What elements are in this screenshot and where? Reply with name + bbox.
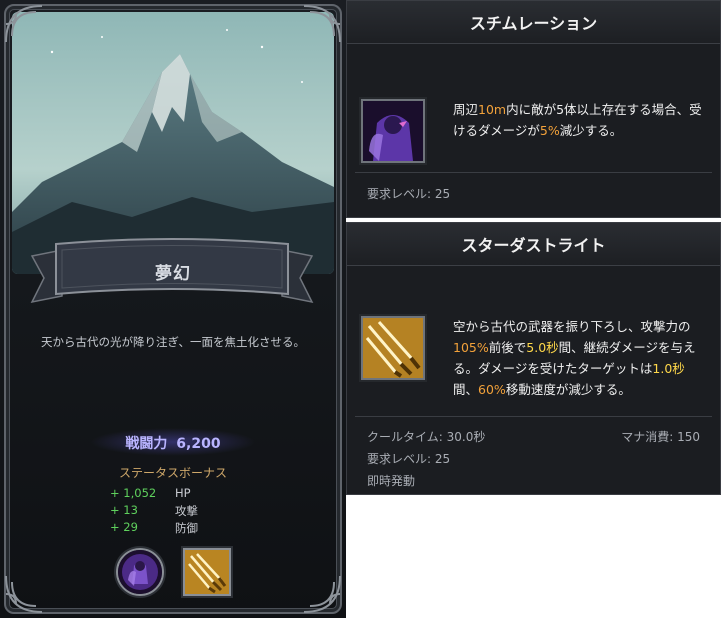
ornament-corner-icon	[5, 575, 43, 613]
stat-row-attack: + 13 攻撃	[110, 503, 198, 520]
status-bonus-title: ステータスボーナス	[118, 466, 227, 480]
cooldown: クールタイム: 30.0秒	[367, 430, 486, 444]
stat-list: + 1,052 HP + 13 攻撃 + 29 防御	[110, 486, 198, 537]
stat-value: + 13	[110, 503, 138, 517]
stat-row-defense: + 29 防御	[110, 520, 198, 537]
stat-name: 攻撃	[175, 504, 198, 518]
item-card: 夢幻 天から古代の光が降り注ぎ、一面を焦土化させる。 戦闘力 6,200 ステー…	[0, 0, 346, 618]
skill-tooltip-stardust-light: スターダストライト 空から古代の武器を振り下ろし、攻撃力の 105%前後で5.0秒…	[346, 222, 721, 495]
description-text: 移動速度が減少する。	[505, 382, 631, 397]
golden-swords-icon	[363, 318, 423, 378]
mana-cost: マナ消費: 150	[621, 430, 700, 444]
description-text: 前後で	[488, 340, 527, 355]
combat-power-value: 6,200	[176, 436, 221, 452]
description-text: 減少する。	[559, 123, 623, 138]
cast-type: 即時発動	[367, 474, 416, 488]
skill-slot-stardust-light[interactable]	[183, 548, 231, 596]
combat-power-label: 戦闘力	[125, 436, 168, 452]
highlight-value: 10m	[478, 102, 507, 117]
highlight-value: 5.0秒	[526, 340, 559, 355]
stat-name: HP	[175, 486, 191, 500]
golden-swords-icon	[185, 550, 229, 594]
skill-icon-stimulation	[361, 99, 425, 163]
combat-power: 戦闘力 6,200	[0, 433, 346, 453]
skill-slot-stimulation[interactable]	[116, 548, 164, 596]
skill-name-stimulation: スチムレーション	[347, 1, 720, 44]
stat-row-hp: + 1,052 HP	[110, 486, 198, 503]
skill-description-stimulation: 周辺10m内に敵が5体以上存在する場合、受けるダメージが5%減少する。	[453, 99, 706, 141]
card-description: 天から古代の光が降り注ぎ、一面を焦土化させる。	[41, 335, 305, 349]
description-text: 間、	[453, 382, 479, 397]
divider	[355, 416, 712, 417]
required-level: 要求レベル: 25	[367, 452, 451, 466]
highlight-value: 1.0秒	[652, 361, 685, 376]
card-art-mountain	[12, 12, 334, 274]
purple-shield-figure-icon	[118, 550, 162, 594]
highlight-value: 5%	[539, 123, 560, 138]
skill-description-stardust-light: 空から古代の武器を振り下ろし、攻撃力の105%前後で5.0秒間、継続ダメージを与…	[453, 316, 706, 400]
stat-value: + 1,052	[110, 486, 157, 500]
card-title: 夢幻	[155, 264, 191, 284]
stat-name: 防御	[175, 521, 198, 535]
skill-name-stardust-light: スターダストライト	[347, 223, 720, 266]
mountain-illustration	[12, 12, 334, 274]
required-level: 要求レベル: 25	[367, 187, 451, 201]
description-text: 周辺	[453, 102, 479, 117]
ornament-corner-icon	[303, 575, 341, 613]
description-text: 空から古代の武器を振り下ろし、攻撃力の	[453, 319, 691, 334]
highlight-value: 60%	[478, 382, 506, 397]
purple-shield-figure-icon	[363, 101, 423, 161]
highlight-value: 105%	[453, 340, 489, 355]
divider	[355, 172, 712, 173]
stat-value: + 29	[110, 520, 138, 534]
skill-tooltip-stimulation: スチムレーション 周辺10m内に敵が5体以上存在する場合、受けるダメージが5%減…	[346, 0, 721, 218]
skill-icon-stardust-light	[361, 316, 425, 380]
